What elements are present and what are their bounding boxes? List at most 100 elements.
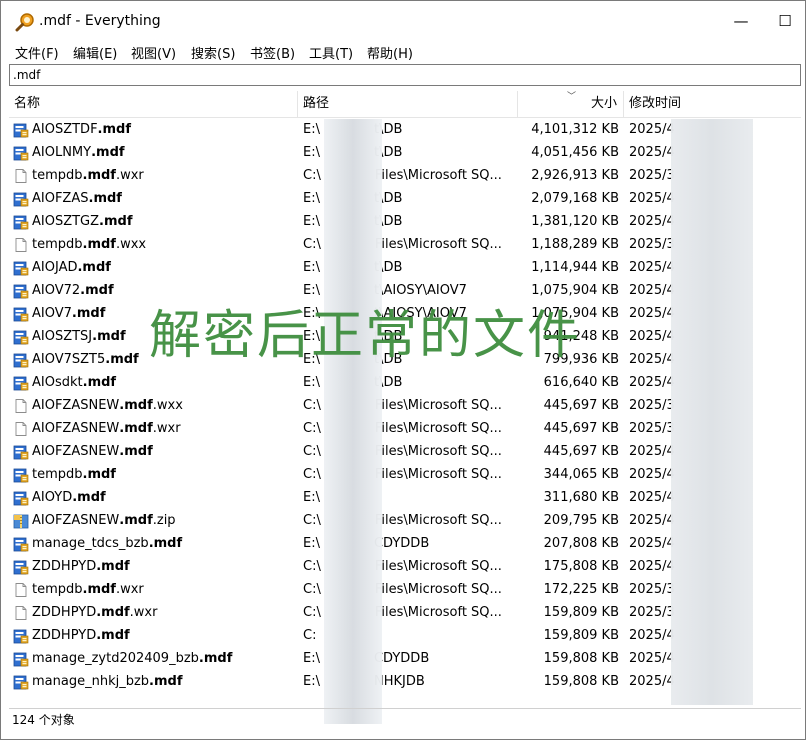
menu-view[interactable]: 视图(V) [131,43,176,62]
path-tail: Files\Microsoft SQ... [374,168,502,183]
menu-bookmarks[interactable]: 书签(B) [250,43,295,62]
file-name-cell[interactable]: AIOYD .mdf [13,486,295,509]
magnifier-icon [15,13,34,32]
file-name-base: AIOSZTSJ [32,329,93,344]
title-bar[interactable]: .mdf - Everything — ☐ [1,1,805,39]
db-file-icon [13,445,29,459]
menu-help[interactable]: 帮助(H) [367,43,413,62]
db-file-icon [13,652,29,666]
file-size-cell: 159,809 KB [543,628,619,643]
sort-descending-icon: ﹀ [567,92,577,102]
file-name-match: .mdf [119,421,153,436]
file-name-match: .mdf [82,582,116,597]
file-name-match: .mdf [96,559,130,574]
file-name-cell[interactable]: AIOLNMY .mdf [13,141,295,164]
file-name-cell[interactable]: AIOFZASNEW .mdf .wxx [13,394,295,417]
maximize-button[interactable]: ☐ [771,9,799,33]
file-name-cell[interactable]: manage_zytd202409_bzb .mdf [13,647,295,670]
watermark-text: 解密后正常的文件 [149,306,582,366]
file-size-cell: 4,051,456 KB [531,145,619,160]
file-name-match: .mdf [96,628,130,643]
file-name-base: AIOV72 [32,283,81,298]
file-name-cell[interactable]: AIOFZASNEW .mdf [13,440,295,463]
db-file-icon [13,353,29,367]
file-name-base: tempdb [32,582,83,597]
file-name-cell[interactable]: AIOSZTGZ .mdf [13,210,295,233]
file-size-cell: 344,065 KB [543,467,619,482]
file-name-base: ZDDHPYD [32,628,97,643]
file-name-cell[interactable]: tempdb .mdf .wxx [13,233,295,256]
file-name-match: .mdf [149,674,183,689]
path-drive: C:\ [303,605,321,620]
blank-file-icon [15,582,27,597]
file-name-match: .mdf [82,168,116,183]
path-drive: C:\ [303,398,321,413]
search-input[interactable] [9,64,801,86]
menu-tools[interactable]: 工具(T) [309,43,353,62]
file-name-cell[interactable]: manage_tdcs_bzb .mdf [13,532,295,555]
file-name-match: .mdf [82,237,116,252]
file-name-cell[interactable]: ZDDHPYD .mdf [13,555,295,578]
file-name-cell[interactable]: ZDDHPYD .mdf .wxr [13,601,295,624]
path-tail: Files\Microsoft SQ... [374,559,502,574]
file-name-cell[interactable]: AIOsdkt .mdf [13,371,295,394]
file-name-cell[interactable]: AIOFZAS .mdf [13,187,295,210]
file-name-match: .mdf [71,306,106,321]
path-drive: E:\ [303,214,320,229]
minimize-button[interactable]: — [727,9,755,33]
file-name-base: AIOFZASNEW [32,444,120,459]
file-size-cell: 159,809 KB [543,605,619,620]
file-name-cell[interactable]: tempdb .mdf .wxr [13,164,295,187]
path-tail: CDYDDB [373,651,430,666]
db-file-icon [13,330,29,344]
file-name-base: AIOFZASNEW [32,398,120,413]
file-name-cell[interactable]: AIOSZTDF .mdf [13,118,295,141]
file-name-cell[interactable]: AIOFZASNEW .mdf .zip [13,509,295,532]
file-name-cell[interactable]: ZDDHPYD .mdf [13,624,295,647]
file-name-cell[interactable]: AIOJAD .mdf [13,256,295,279]
db-file-icon [13,123,29,137]
file-size-cell: 207,808 KB [543,536,619,551]
column-header-path[interactable]: 路径 [298,91,518,117]
menu-file[interactable]: 文件(F) [15,43,59,62]
column-header-name[interactable]: 名称 [9,91,298,117]
file-name-suffix: .wxr [115,168,144,183]
window-title: .mdf - Everything [39,13,161,29]
file-name-cell[interactable]: tempdb .mdf [13,463,295,486]
path-drive: E:\ [303,651,320,666]
file-name-base: AIOLNMY [32,145,92,160]
file-name-match: .mdf [148,536,183,551]
column-header-date[interactable]: 修改时间 [624,91,801,117]
file-name-match: .mdf [77,260,111,275]
blank-file-icon [15,421,27,436]
file-name-base: ZDDHPYD [32,559,97,574]
file-size-cell: 445,697 KB [543,421,619,436]
path-drive: C:\ [303,168,321,183]
file-name-cell[interactable]: manage_nhkj_bzb .mdf [13,670,295,693]
file-name-suffix: .wxx [115,237,147,252]
file-size-cell: 1,188,289 KB [531,237,619,252]
db-file-icon [13,629,29,643]
file-name-match: .mdf [80,283,114,298]
column-header: 名称 路径 大小 ﹀ 修改时间 [9,91,801,118]
db-file-icon [13,537,29,551]
path-tail: CDYDDB [373,536,430,551]
file-name-cell[interactable]: AIOFZASNEW .mdf .wxr [13,417,295,440]
file-size-cell: 4,101,312 KB [531,122,619,137]
path-tail: Files\Microsoft SQ... [374,513,502,528]
file-name-suffix: .wxx [152,398,183,413]
file-name-suffix: .wxr [152,421,181,436]
redaction-blur [671,119,753,705]
file-name-base: tempdb [32,467,83,482]
menu-edit[interactable]: 编辑(E) [73,43,117,62]
path-tail: Files\Microsoft SQ... [374,398,502,413]
path-drive: E:\ [303,145,320,160]
file-name-match: .mdf [92,329,126,344]
file-name-match: .mdf [119,398,153,413]
file-name-match: .mdf [119,513,153,528]
file-name-cell[interactable]: tempdb .mdf .wxr [13,578,295,601]
file-name-match: .mdf [198,651,233,666]
file-name-base: AIOYD [32,490,73,505]
menu-search[interactable]: 搜索(S) [191,43,235,62]
path-tail: Files\Microsoft SQ... [374,237,502,252]
